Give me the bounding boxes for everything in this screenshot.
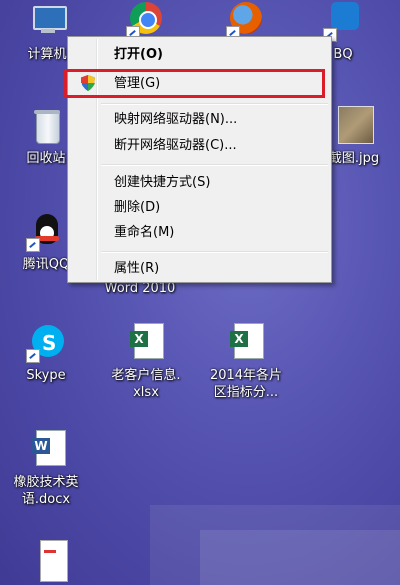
menu-item-rename[interactable]: 重命名(M) — [114, 224, 174, 242]
menu-separator — [101, 103, 328, 105]
menu-item-create-shortcut[interactable]: 创建快捷方式(S) — [114, 174, 210, 192]
desktop-icon-excel-targets[interactable]: X 2014年各片区指标分... — [208, 323, 284, 401]
desktop-icon-skype[interactable]: S Skype — [8, 323, 84, 384]
menu-item-delete[interactable]: 删除(D) — [114, 199, 160, 217]
menu-item-properties[interactable]: 属性(R) — [114, 260, 159, 278]
menu-separator — [101, 251, 328, 253]
menu-separator — [101, 164, 328, 166]
desktop-icon-word-docx[interactable]: W 橡胶技术英语.docx — [8, 430, 84, 508]
menu-item-map-network-drive[interactable]: 映射网络驱动器(N)... — [114, 111, 237, 129]
word-file-icon: W — [26, 430, 66, 470]
file-icon — [26, 540, 68, 582]
desktop-icon-file-partial[interactable] — [8, 540, 84, 582]
excel-file-icon: X — [226, 323, 266, 363]
qq-penguin-icon — [26, 212, 66, 252]
wallpaper-light — [150, 505, 400, 585]
skype-icon: S — [26, 323, 66, 363]
recycle-bin-icon — [26, 106, 66, 146]
wallpaper-light — [200, 530, 400, 585]
chrome-icon — [126, 0, 166, 40]
firefox-icon — [226, 0, 266, 40]
image-thumbnail-icon — [334, 106, 374, 146]
menu-item-open[interactable]: 打开(O) — [114, 46, 163, 64]
desktop-icon-excel-customers[interactable]: X 老客户信息.xlsx — [108, 323, 184, 401]
menu-item-disconnect-network-drive[interactable]: 断开网络驱动器(C)... — [114, 137, 237, 155]
highlight-box — [64, 69, 325, 98]
excel-file-icon: X — [126, 323, 166, 363]
computer-icon — [27, 2, 67, 42]
